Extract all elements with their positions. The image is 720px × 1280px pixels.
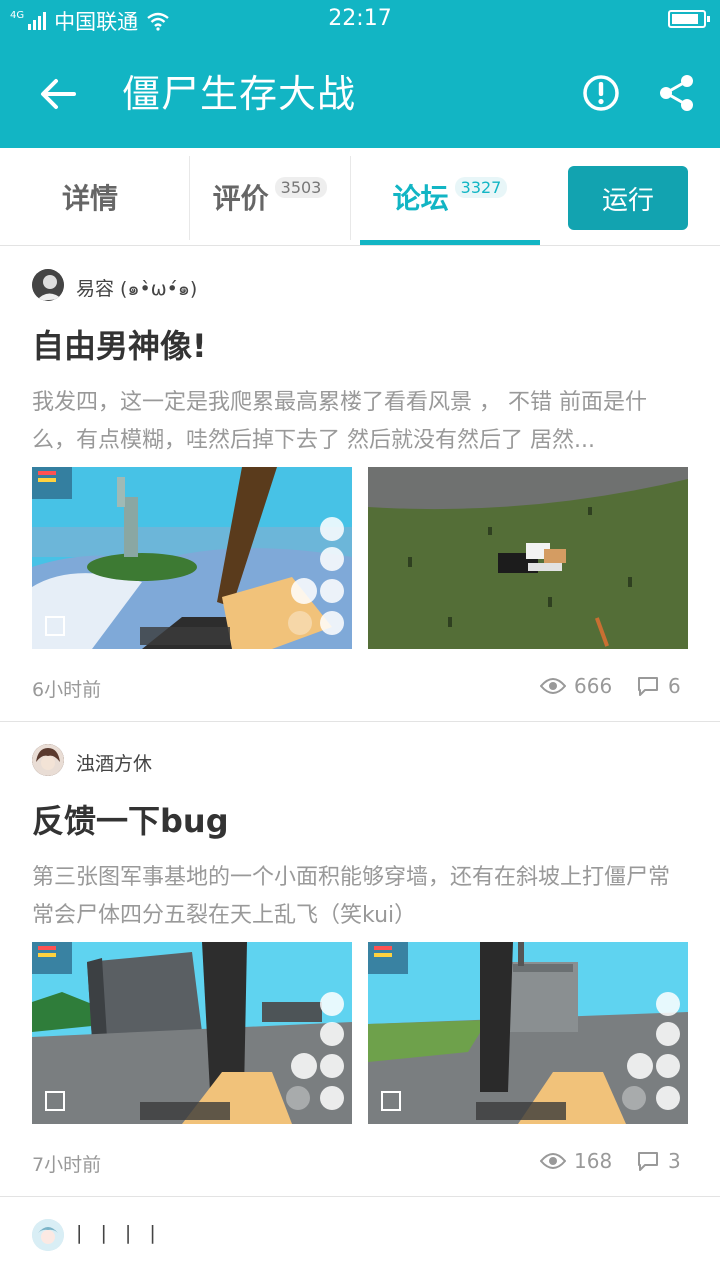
view-count-value: 168 [574, 1149, 613, 1173]
post-excerpt: 第三张图军事基地的一个小面积能够穿墙，还有在斜坡上打僵尸常常会尸体四分五裂在天上… [32, 865, 671, 928]
tab-count-badge: 3327 [454, 176, 508, 198]
author-name: 浊酒方休 [76, 753, 153, 775]
tab-label: 评价 [212, 182, 269, 215]
active-tab-indicator [360, 240, 540, 245]
post-time: 7小时前 [32, 1154, 102, 1176]
back-button[interactable] [34, 70, 82, 118]
battery-icon [668, 10, 710, 28]
post-time: 6小时前 [32, 679, 102, 701]
avatar[interactable] [32, 744, 64, 776]
tab-details[interactable]: 详情 [0, 148, 180, 246]
view-count-value: 666 [574, 674, 613, 698]
run-button[interactable]: 运行 [568, 166, 688, 230]
comment-count: 3 [636, 1149, 681, 1173]
status-bar: 4G 中国联通 22:17 [0, 0, 720, 40]
post-image[interactable] [32, 942, 352, 1124]
post-image[interactable] [32, 467, 352, 649]
post-title: 自由男神像! [32, 327, 207, 365]
comment-icon [638, 677, 658, 696]
tab-count-badge: 3503 [274, 176, 328, 198]
tab-bar: 详情 评价 3503 论坛 3327 运行 [0, 148, 720, 246]
view-count: 168 [540, 1149, 612, 1173]
exclamation-circle-icon [583, 75, 619, 111]
forum-post[interactable]: | | | | [0, 1197, 720, 1280]
forum-post[interactable]: 易容 (๑•̀ω•́๑) 自由男神像! 我发四，这一定是我爬累最高累楼了看看风景… [0, 247, 720, 721]
share-icon [660, 75, 693, 111]
forum-post[interactable]: 浊酒方休 反馈一下bug 第三张图军事基地的一个小面积能够穿墙，还有在斜坡上打僵… [0, 722, 720, 1196]
post-excerpt: 我发四，这一定是我爬累最高累楼了看看风景 ， 不错 前面是什么，有点模糊，哇然后… [32, 390, 647, 453]
comment-count: 6 [636, 674, 681, 698]
tab-label: 详情 [61, 182, 118, 215]
arrow-left-icon [41, 79, 76, 109]
eye-icon [540, 678, 566, 694]
comment-icon [638, 1152, 658, 1171]
page-title: 僵尸生存大战 [122, 72, 357, 116]
author-name: | | | | [76, 1222, 162, 1244]
clock: 22:17 [328, 6, 392, 31]
comment-count-value: 3 [668, 1149, 681, 1173]
tab-forum[interactable]: 论坛 3327 [360, 148, 540, 246]
post-image[interactable] [368, 467, 688, 649]
tab-divider [350, 156, 351, 240]
avatar[interactable] [32, 269, 64, 301]
avatar[interactable] [32, 1219, 64, 1251]
app-bar: 僵尸生存大战 [0, 40, 720, 148]
view-count: 666 [540, 674, 612, 698]
tab-label: 论坛 [392, 182, 449, 215]
tab-reviews[interactable]: 评价 3503 [190, 148, 350, 246]
post-image[interactable] [368, 942, 688, 1124]
author-name: 易容 (๑•̀ω•́๑) [76, 278, 198, 300]
report-button[interactable] [576, 68, 626, 118]
comment-count-value: 6 [668, 674, 681, 698]
post-title: 反馈一下bug [32, 802, 229, 840]
share-button[interactable] [652, 68, 702, 118]
eye-icon [540, 1153, 566, 1169]
